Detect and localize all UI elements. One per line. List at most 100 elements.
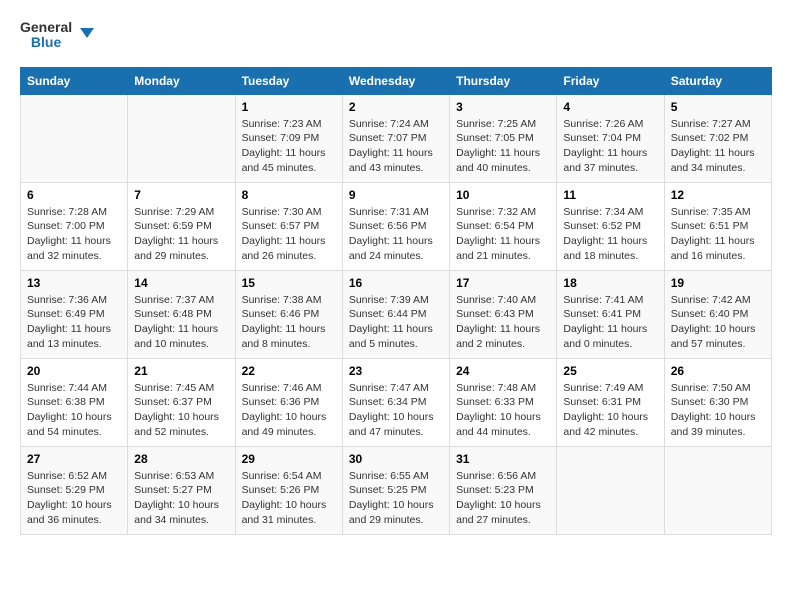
day-number: 23 (349, 364, 443, 378)
calendar-cell: 11Sunrise: 7:34 AMSunset: 6:52 PMDayligh… (557, 182, 664, 270)
cell-info: Sunrise: 7:50 AMSunset: 6:30 PMDaylight:… (671, 381, 765, 440)
calendar-body: 1 Sunrise: 7:23 AMSunset: 7:09 PMDaylight… (21, 94, 772, 534)
day-of-week-header: Friday (557, 67, 664, 94)
day-number: 16 (349, 276, 443, 290)
day-number: 18 (563, 276, 657, 290)
calendar-header: SundayMondayTuesdayWednesdayThursdayFrid… (21, 67, 772, 94)
calendar-cell: 12Sunrise: 7:35 AMSunset: 6:51 PMDayligh… (664, 182, 771, 270)
calendar-cell: 19Sunrise: 7:42 AMSunset: 6:40 PMDayligh… (664, 270, 771, 358)
day-number: 9 (349, 188, 443, 202)
cell-info: Sunrise: 7:36 AMSunset: 6:49 PMDaylight:… (27, 293, 121, 352)
calendar-cell: 23Sunrise: 7:47 AMSunset: 6:34 PMDayligh… (342, 358, 449, 446)
cell-info: Sunrise: 7:44 AMSunset: 6:38 PMDaylight:… (27, 381, 121, 440)
cell-info: Sunrise: 7:25 AMSunset: 7:05 PMDaylight:… (456, 117, 550, 176)
calendar-week-row: 13 Sunrise: 7:36 AMSunset: 6:49 PMDayligh… (21, 270, 772, 358)
calendar-week-row: 6 Sunrise: 7:28 AMSunset: 7:00 PMDaylight… (21, 182, 772, 270)
calendar-cell (21, 94, 128, 182)
day-number: 30 (349, 452, 443, 466)
day-of-week-header: Tuesday (235, 67, 342, 94)
day-number: 27 (27, 452, 121, 466)
calendar-cell: 8 Sunrise: 7:30 AMSunset: 6:57 PMDaylight… (235, 182, 342, 270)
calendar-cell: 29 Sunrise: 6:54 AMSunset: 5:26 PMDayligh… (235, 446, 342, 534)
day-number: 29 (242, 452, 336, 466)
calendar-cell: 15 Sunrise: 7:38 AMSunset: 6:46 PMDayligh… (235, 270, 342, 358)
logo: General Blue (20, 20, 94, 51)
day-number: 13 (27, 276, 121, 290)
calendar-cell: 26 Sunrise: 7:50 AMSunset: 6:30 PMDayligh… (664, 358, 771, 446)
calendar-cell: 5 Sunrise: 7:27 AMSunset: 7:02 PMDaylight… (664, 94, 771, 182)
day-of-week-header: Saturday (664, 67, 771, 94)
day-number: 8 (242, 188, 336, 202)
calendar-cell: 9 Sunrise: 7:31 AMSunset: 6:56 PMDaylight… (342, 182, 449, 270)
day-number: 28 (134, 452, 228, 466)
cell-info: Sunrise: 7:26 AMSunset: 7:04 PMDaylight:… (563, 117, 657, 176)
cell-info: Sunrise: 7:42 AMSunset: 6:40 PMDaylight:… (671, 293, 765, 352)
day-number: 1 (242, 100, 336, 114)
calendar-table: SundayMondayTuesdayWednesdayThursdayFrid… (20, 67, 772, 535)
day-number: 15 (242, 276, 336, 290)
calendar-cell: 28 Sunrise: 6:53 AMSunset: 5:27 PMDayligh… (128, 446, 235, 534)
cell-info: Sunrise: 7:23 AMSunset: 7:09 PMDaylight:… (242, 117, 336, 176)
day-number: 20 (27, 364, 121, 378)
cell-info: Sunrise: 6:52 AMSunset: 5:29 PMDaylight:… (27, 469, 121, 528)
day-number: 5 (671, 100, 765, 114)
cell-info: Sunrise: 7:30 AMSunset: 6:57 PMDaylight:… (242, 205, 336, 264)
day-number: 11 (563, 188, 657, 202)
calendar-cell: 6 Sunrise: 7:28 AMSunset: 7:00 PMDaylight… (21, 182, 128, 270)
cell-info: Sunrise: 7:48 AMSunset: 6:33 PMDaylight:… (456, 381, 550, 440)
day-number: 4 (563, 100, 657, 114)
header-row: SundayMondayTuesdayWednesdayThursdayFrid… (21, 67, 772, 94)
calendar-cell: 10Sunrise: 7:32 AMSunset: 6:54 PMDayligh… (450, 182, 557, 270)
day-number: 6 (27, 188, 121, 202)
logo-bird-icon (72, 24, 94, 46)
day-of-week-header: Thursday (450, 67, 557, 94)
calendar-cell: 27 Sunrise: 6:52 AMSunset: 5:29 PMDayligh… (21, 446, 128, 534)
day-of-week-header: Sunday (21, 67, 128, 94)
cell-info: Sunrise: 6:56 AMSunset: 5:23 PMDaylight:… (456, 469, 550, 528)
cell-info: Sunrise: 7:38 AMSunset: 6:46 PMDaylight:… (242, 293, 336, 352)
page-header: General Blue (20, 20, 772, 51)
day-number: 21 (134, 364, 228, 378)
calendar-cell: 13 Sunrise: 7:36 AMSunset: 6:49 PMDayligh… (21, 270, 128, 358)
cell-info: Sunrise: 7:40 AMSunset: 6:43 PMDaylight:… (456, 293, 550, 352)
calendar-cell: 3Sunrise: 7:25 AMSunset: 7:05 PMDaylight… (450, 94, 557, 182)
calendar-cell: 31Sunrise: 6:56 AMSunset: 5:23 PMDayligh… (450, 446, 557, 534)
cell-info: Sunrise: 7:27 AMSunset: 7:02 PMDaylight:… (671, 117, 765, 176)
calendar-week-row: 27 Sunrise: 6:52 AMSunset: 5:29 PMDayligh… (21, 446, 772, 534)
calendar-week-row: 20 Sunrise: 7:44 AMSunset: 6:38 PMDayligh… (21, 358, 772, 446)
logo-general: General (20, 20, 72, 35)
cell-info: Sunrise: 6:55 AMSunset: 5:25 PMDaylight:… (349, 469, 443, 528)
calendar-cell: 14 Sunrise: 7:37 AMSunset: 6:48 PMDayligh… (128, 270, 235, 358)
day-number: 2 (349, 100, 443, 114)
day-number: 7 (134, 188, 228, 202)
cell-info: Sunrise: 7:28 AMSunset: 7:00 PMDaylight:… (27, 205, 121, 264)
cell-info: Sunrise: 7:46 AMSunset: 6:36 PMDaylight:… (242, 381, 336, 440)
day-of-week-header: Wednesday (342, 67, 449, 94)
cell-info: Sunrise: 6:53 AMSunset: 5:27 PMDaylight:… (134, 469, 228, 528)
calendar-cell: 30 Sunrise: 6:55 AMSunset: 5:25 PMDayligh… (342, 446, 449, 534)
day-number: 22 (242, 364, 336, 378)
cell-info: Sunrise: 7:41 AMSunset: 6:41 PMDaylight:… (563, 293, 657, 352)
calendar-cell: 24Sunrise: 7:48 AMSunset: 6:33 PMDayligh… (450, 358, 557, 446)
calendar-cell: 22 Sunrise: 7:46 AMSunset: 6:36 PMDayligh… (235, 358, 342, 446)
calendar-cell: 18 Sunrise: 7:41 AMSunset: 6:41 PMDayligh… (557, 270, 664, 358)
calendar-cell: 7Sunrise: 7:29 AMSunset: 6:59 PMDaylight… (128, 182, 235, 270)
day-number: 14 (134, 276, 228, 290)
calendar-cell (557, 446, 664, 534)
calendar-cell: 21Sunrise: 7:45 AMSunset: 6:37 PMDayligh… (128, 358, 235, 446)
calendar-cell: 16Sunrise: 7:39 AMSunset: 6:44 PMDayligh… (342, 270, 449, 358)
cell-info: Sunrise: 6:54 AMSunset: 5:26 PMDaylight:… (242, 469, 336, 528)
cell-info: Sunrise: 7:49 AMSunset: 6:31 PMDaylight:… (563, 381, 657, 440)
cell-info: Sunrise: 7:35 AMSunset: 6:51 PMDaylight:… (671, 205, 765, 264)
cell-info: Sunrise: 7:32 AMSunset: 6:54 PMDaylight:… (456, 205, 550, 264)
calendar-cell: 4 Sunrise: 7:26 AMSunset: 7:04 PMDaylight… (557, 94, 664, 182)
day-number: 26 (671, 364, 765, 378)
cell-info: Sunrise: 7:24 AMSunset: 7:07 PMDaylight:… (349, 117, 443, 176)
calendar-week-row: 1 Sunrise: 7:23 AMSunset: 7:09 PMDaylight… (21, 94, 772, 182)
calendar-cell: 1 Sunrise: 7:23 AMSunset: 7:09 PMDaylight… (235, 94, 342, 182)
calendar-cell (128, 94, 235, 182)
day-number: 25 (563, 364, 657, 378)
cell-info: Sunrise: 7:37 AMSunset: 6:48 PMDaylight:… (134, 293, 228, 352)
cell-info: Sunrise: 7:31 AMSunset: 6:56 PMDaylight:… (349, 205, 443, 264)
logo-blue: Blue (20, 35, 72, 50)
